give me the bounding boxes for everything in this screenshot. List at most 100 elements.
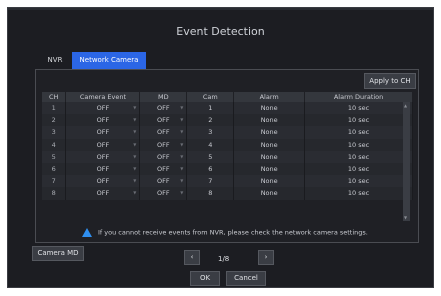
ch-cell: 5	[42, 150, 67, 163]
warning-text: If you cannot receive events from NVR, p…	[98, 228, 368, 237]
chevron-down-icon: ▼	[133, 141, 137, 147]
scroll-down-icon[interactable]: ▼	[404, 215, 407, 220]
alarm-duration-value: 10 sec	[347, 140, 370, 149]
alarm-value: None	[260, 128, 278, 137]
alarm-duration-select[interactable]: 10 sec▼	[304, 102, 413, 115]
camera-event-select[interactable]: OFF ▼	[65, 150, 141, 163]
title-bar	[8, 8, 433, 10]
alarm-duration-value: 10 sec	[347, 116, 370, 125]
camera-event-select[interactable]: OFF ▼	[65, 126, 141, 139]
table-row: 3 OFF ▼ OFF ▼ 3 None 10 sec▼	[42, 126, 413, 139]
md-value: OFF	[157, 116, 170, 125]
ch-cell: 7	[42, 175, 67, 188]
ch-cell: 1	[42, 102, 67, 115]
chevron-down-icon: ▼	[133, 129, 137, 135]
chevron-down-icon: ▼	[133, 105, 137, 110]
apply-to-ch-button[interactable]: Apply to CH	[364, 73, 416, 89]
alarm-duration-select[interactable]: 10 sec▼	[304, 175, 413, 188]
alarm-duration-select[interactable]: 10 sec▼	[304, 150, 413, 163]
camera-event-select[interactable]: OFF ▼	[65, 175, 141, 188]
chevron-down-icon: ▼	[180, 153, 184, 159]
alarm-select[interactable]: None	[233, 162, 306, 176]
md-value: OFF	[157, 104, 170, 113]
cam-cell: 7	[186, 175, 235, 188]
alarm-duration-value: 10 sec	[347, 152, 370, 161]
md-select[interactable]: OFF ▼	[139, 162, 188, 176]
chevron-down-icon: ▼	[133, 165, 137, 171]
md-value: OFF	[157, 128, 170, 137]
cancel-button[interactable]: Cancel	[226, 271, 266, 286]
col-header-md[interactable]: MD	[139, 92, 188, 102]
event-detection-dialog: Event Detection NVR Network Camera Apply…	[7, 7, 434, 288]
md-select[interactable]: OFF ▼	[139, 175, 188, 188]
md-value: OFF	[157, 189, 170, 198]
next-page-button[interactable]: ›	[258, 250, 274, 265]
alarm-duration-value: 10 sec	[347, 177, 370, 186]
camera-event-select[interactable]: OFF ▼	[65, 187, 141, 200]
table-row: 5 OFF ▼ OFF ▼ 5 None 10 sec▼	[42, 150, 413, 163]
camera-event-value: OFF	[96, 189, 110, 198]
alarm-select[interactable]: None	[233, 150, 306, 163]
md-select[interactable]: OFF ▼	[139, 114, 188, 127]
alarm-value: None	[260, 116, 278, 125]
alarm-duration-value: 10 sec	[347, 128, 370, 137]
table-header-row: CH Camera Event MD Cam Alarm Alarm Durat…	[42, 92, 413, 102]
camera-event-select[interactable]: OFF ▼	[65, 114, 141, 127]
alarm-duration-select[interactable]: 10 sec▼	[304, 114, 413, 127]
col-header-camera-event[interactable]: Camera Event	[65, 92, 141, 102]
warning-icon	[82, 228, 92, 237]
prev-page-button[interactable]: ‹	[184, 250, 200, 265]
col-header-alarm-duration[interactable]: Alarm Duration	[304, 92, 413, 102]
table-row: 1 OFF ▼ OFF ▼ 1 None 10 sec▼	[42, 102, 413, 115]
chevron-down-icon: ▼	[133, 178, 137, 184]
dialog-title: Event Detection	[176, 25, 265, 38]
camera-event-value: OFF	[96, 104, 110, 113]
scroll-up-icon[interactable]: ▲	[404, 103, 407, 108]
alarm-select[interactable]: None	[233, 114, 306, 127]
ch-cell: 4	[42, 138, 67, 151]
warning-message: If you cannot receive events from NVR, p…	[82, 228, 368, 237]
alarm-duration-select[interactable]: 10 sec▼	[304, 138, 413, 151]
md-select[interactable]: OFF ▼	[139, 138, 188, 151]
md-select[interactable]: OFF ▼	[139, 126, 188, 139]
camera-event-value: OFF	[96, 177, 110, 186]
alarm-value: None	[260, 104, 278, 113]
md-value: OFF	[157, 177, 170, 186]
table-row: 6 OFF ▼ OFF ▼ 6 None 10 sec▼	[42, 162, 413, 176]
camera-event-select[interactable]: OFF ▼	[65, 138, 141, 151]
ch-cell: 8	[42, 187, 67, 200]
alarm-duration-select[interactable]: 10 sec▼	[304, 187, 413, 200]
alarm-select[interactable]: None	[233, 187, 306, 200]
event-table: CH Camera Event MD Cam Alarm Alarm Durat…	[42, 92, 413, 200]
camera-event-select[interactable]: OFF ▼	[65, 162, 141, 176]
table-scrollbar[interactable]: ▲ ▼	[403, 102, 410, 221]
md-value: OFF	[157, 152, 170, 161]
alarm-duration-select[interactable]: 10 sec▼	[304, 162, 413, 176]
table-row: 8 OFF ▼ OFF ▼ 8 None 10 sec▼	[42, 187, 413, 200]
alarm-select[interactable]: None	[233, 138, 306, 151]
camera-event-select[interactable]: OFF ▼	[65, 102, 141, 115]
col-header-cam[interactable]: Cam	[186, 92, 235, 102]
alarm-duration-value: 10 sec	[347, 104, 370, 113]
ch-cell: 2	[42, 114, 67, 127]
md-select[interactable]: OFF ▼	[139, 187, 188, 200]
md-select[interactable]: OFF ▼	[139, 102, 188, 115]
md-select[interactable]: OFF ▼	[139, 150, 188, 163]
alarm-value: None	[260, 177, 278, 186]
tab-nvr[interactable]: NVR	[41, 52, 69, 69]
alarm-select[interactable]: None	[233, 175, 306, 188]
ok-button[interactable]: OK	[190, 271, 220, 286]
col-header-alarm[interactable]: Alarm	[233, 92, 306, 102]
tab-network-camera[interactable]: Network Camera	[72, 52, 146, 69]
alarm-duration-select[interactable]: 10 sec▼	[304, 126, 413, 139]
alarm-select[interactable]: None	[233, 126, 306, 139]
camera-md-button[interactable]: Camera MD	[32, 246, 84, 261]
alarm-duration-value: 10 sec	[347, 189, 370, 198]
chevron-down-icon: ▼	[180, 178, 184, 184]
alarm-duration-value: 10 sec	[347, 165, 370, 174]
alarm-select[interactable]: None	[233, 102, 306, 115]
camera-event-value: OFF	[96, 152, 110, 161]
col-header-ch: CH	[42, 92, 67, 102]
cam-cell: 6	[186, 162, 235, 176]
md-value: OFF	[157, 140, 170, 149]
